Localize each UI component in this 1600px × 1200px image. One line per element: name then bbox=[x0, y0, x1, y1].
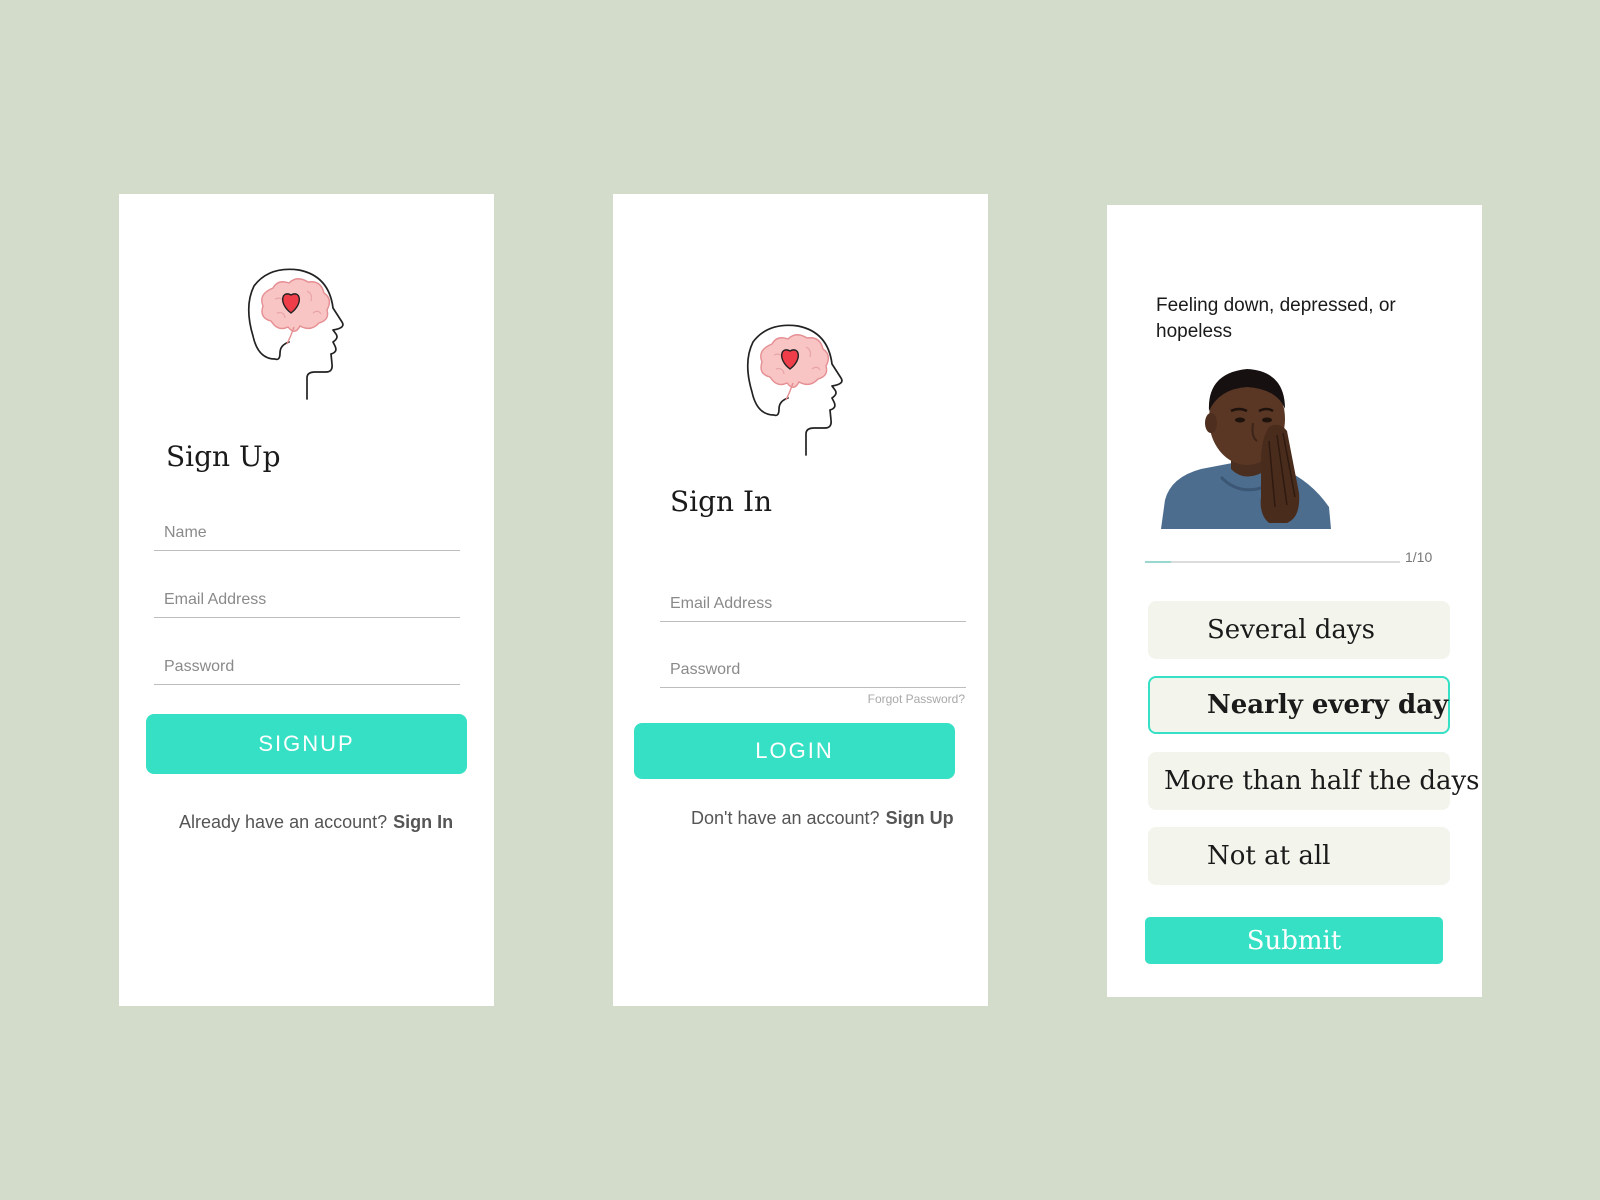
option-several-days[interactable]: Several days bbox=[1148, 601, 1450, 659]
signin-prompt: Already have an account? Sign In bbox=[179, 812, 453, 833]
progress-counter: 1/10 bbox=[1405, 549, 1433, 565]
login-button[interactable]: LOGIN bbox=[634, 723, 955, 779]
option-label: Nearly every day bbox=[1207, 690, 1449, 720]
sad-man-photo bbox=[1161, 365, 1361, 534]
brain-heart-logo-icon bbox=[247, 266, 347, 401]
option-label: Several days bbox=[1207, 615, 1375, 645]
password-input[interactable] bbox=[670, 661, 950, 679]
progress-bar bbox=[1145, 561, 1400, 563]
page-title: Sign Up bbox=[166, 440, 281, 473]
question-text: Feeling down, depressed, or hopeless bbox=[1156, 295, 1396, 342]
forgot-password-link[interactable]: Forgot Password? bbox=[868, 692, 965, 706]
progress-fill bbox=[1145, 561, 1171, 563]
submit-button[interactable]: Submit bbox=[1145, 917, 1443, 964]
signup-link[interactable]: Sign Up bbox=[886, 808, 954, 828]
page-title: Sign In bbox=[670, 485, 773, 518]
signup-button[interactable]: SIGNUP bbox=[146, 714, 467, 774]
email-input[interactable] bbox=[670, 595, 950, 613]
brain-heart-logo-icon bbox=[746, 322, 846, 457]
name-input[interactable] bbox=[164, 524, 444, 542]
signin-prompt-text: Already have an account? bbox=[179, 812, 388, 832]
option-label: More than half the days bbox=[1164, 766, 1480, 796]
option-not-at-all[interactable]: Not at all bbox=[1148, 827, 1450, 885]
signin-link[interactable]: Sign In bbox=[393, 812, 453, 832]
name-field[interactable] bbox=[154, 512, 460, 551]
email-field[interactable] bbox=[660, 583, 966, 622]
signup-prompt-text: Don't have an account? bbox=[691, 808, 880, 828]
option-more-than-half[interactable]: More than half the days bbox=[1148, 752, 1480, 810]
signup-prompt: Don't have an account? Sign Up bbox=[691, 808, 954, 829]
email-field[interactable] bbox=[154, 579, 460, 618]
questionnaire-screen: Feeling down, depressed, or hopeless 1/1… bbox=[1107, 205, 1482, 997]
password-input[interactable] bbox=[164, 658, 444, 676]
option-label: Not at all bbox=[1207, 841, 1331, 871]
email-input[interactable] bbox=[164, 591, 444, 609]
signin-screen: Sign In Forgot Password? LOGIN Don't hav… bbox=[613, 194, 988, 1006]
password-field[interactable] bbox=[660, 649, 966, 688]
password-field[interactable] bbox=[154, 646, 460, 685]
option-nearly-every-day[interactable]: Nearly every day bbox=[1148, 676, 1450, 734]
signup-screen: Sign Up SIGNUP Already have an account?S… bbox=[119, 194, 494, 1006]
